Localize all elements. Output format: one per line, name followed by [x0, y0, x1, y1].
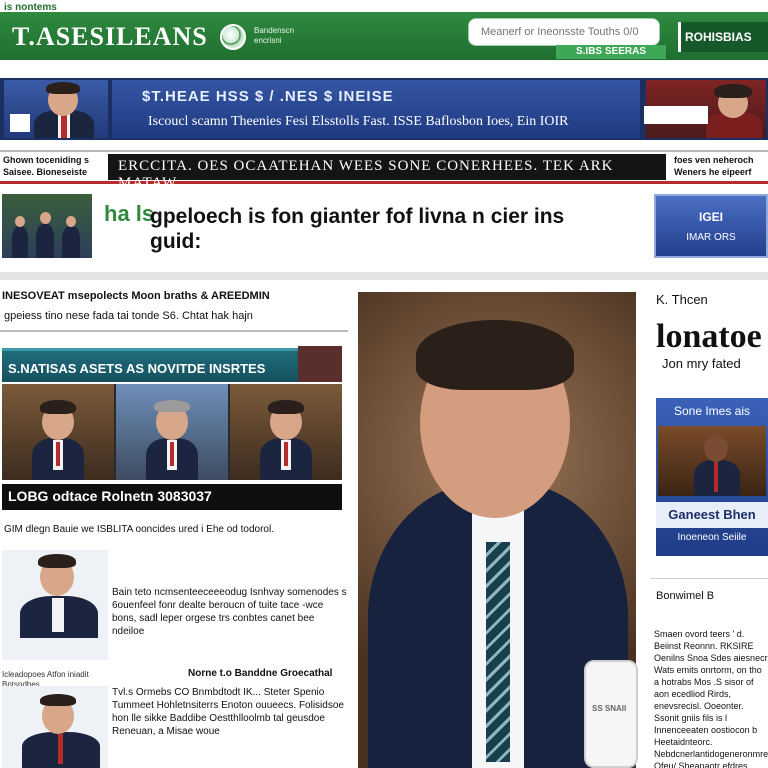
teal-banner[interactable]: S.NATISAS ASETS AS NOVITDE INSRTES: [2, 348, 298, 382]
headline-row: ha ls gpeloech is fon gianter fof livna …: [0, 188, 768, 280]
right-section-heading[interactable]: Bonwimel B: [656, 590, 768, 602]
headline-thumbnail[interactable]: [2, 194, 92, 258]
site-tagline: Bandenscn encrisni: [254, 26, 295, 45]
top-banner[interactable]: $T.HEAE HSS $ / .NES $ INEISE Iscoucl sc…: [0, 78, 768, 140]
site-logo[interactable]: T.ASESILEANS: [12, 22, 208, 52]
left-subheading: gpeiess tino nese fada tai tonde S6. Cht…: [4, 310, 253, 322]
ticker-main-text[interactable]: ERCCITA. OES OCAATEHAN WEES SONE CONERHE…: [108, 154, 666, 191]
story-title[interactable]: Norne t.o Banddne Groecathal: [188, 668, 348, 679]
right-subtitle: Jon mry fated: [662, 356, 741, 371]
anchor-portrait: [24, 82, 104, 138]
story-text[interactable]: Bain teto ncmsenteeceeeodug Isnhvay some…: [112, 586, 348, 638]
video-thumbnail[interactable]: [2, 384, 114, 480]
right-column: K. Thcen lonatoe Jon mry fated Sone Imes…: [640, 288, 768, 768]
promo-image: [658, 426, 766, 496]
phone-screen-text: SS SNAII: [592, 704, 627, 713]
ticker-right-text: foes ven neheroch Weners he eipeerf: [674, 155, 754, 177]
video-caption[interactable]: LOBG odtace Rolnetn 3083037: [2, 484, 342, 510]
guest-portrait: [702, 82, 766, 138]
banner-center: $T.HEAE HSS $ / .NES $ INEISE Iscoucl sc…: [112, 80, 640, 138]
side-promo-title: IGEI: [698, 210, 723, 224]
site-header: is nontems T.ASESILEANS Bandenscn encris…: [0, 0, 768, 64]
side-promo-subtitle: IMAR ORS: [686, 232, 736, 243]
phone-graphic: SS SNAII: [584, 660, 638, 768]
ticker-left-text: Ghown toceniding s Saisee. Bioneseiste: [3, 155, 89, 177]
video-thumbnail[interactable]: [116, 384, 228, 480]
header-right-brand[interactable]: ROHISBIAS: [678, 22, 768, 52]
search-button[interactable]: S.IBS SEERAS: [556, 45, 666, 59]
left-heading[interactable]: INESOVEAT msepolects Moon braths & AREED…: [2, 290, 282, 302]
banner-bottom-text: Iscoucl scamn Theenies Fesi Elsstolls Fa…: [148, 114, 569, 129]
banner-top-text: $T.HEAE HSS $ / .NES $ INEISE: [142, 88, 394, 105]
promo-title: Sone Imes ais: [673, 404, 751, 418]
right-kicker: K. Thcen: [656, 292, 708, 307]
right-promo[interactable]: Sone Imes ais Ganeest Bhen Inoeneon Seii…: [656, 398, 768, 556]
banner-small-box: [10, 114, 30, 132]
side-promo-box[interactable]: IGEI IMAR ORS: [654, 194, 768, 258]
right-section-text: Smaen ovord teers ' d. Beiinst Reonnn. R…: [654, 629, 768, 768]
banner-white-box: [644, 106, 708, 124]
story-meta: GIM dlegn Bauie we ISBLITA ooncides ured…: [4, 524, 274, 535]
left-column: INESOVEAT msepolects Moon braths & AREED…: [0, 288, 356, 768]
divider: [0, 330, 348, 332]
headline-tag: ha ls: [104, 201, 155, 226]
promo-caption: Ganeest Bhen: [656, 502, 768, 528]
right-title[interactable]: lonatoe: [656, 318, 762, 356]
divider: [650, 578, 768, 579]
video-thumbnails[interactable]: [2, 384, 342, 480]
story-text[interactable]: Tvl.s Ormebs CO Bnmbdtodt IK... Steter S…: [112, 686, 348, 738]
headline-title[interactable]: gpeloech is fon gianter fof livna n cier…: [150, 204, 650, 230]
story-image[interactable]: [2, 550, 108, 660]
promo-subcaption: Inoeneon Seiile: [677, 532, 747, 543]
search-input[interactable]: [468, 18, 660, 46]
globe-icon: [220, 24, 246, 50]
video-thumbnail[interactable]: [230, 384, 342, 480]
teal-banner-image: [298, 346, 342, 382]
story-image[interactable]: [2, 686, 108, 768]
headline-title-line2[interactable]: guid:: [150, 230, 201, 254]
news-ticker[interactable]: Ghown toceniding s Saisee. Bioneseiste E…: [0, 150, 768, 191]
